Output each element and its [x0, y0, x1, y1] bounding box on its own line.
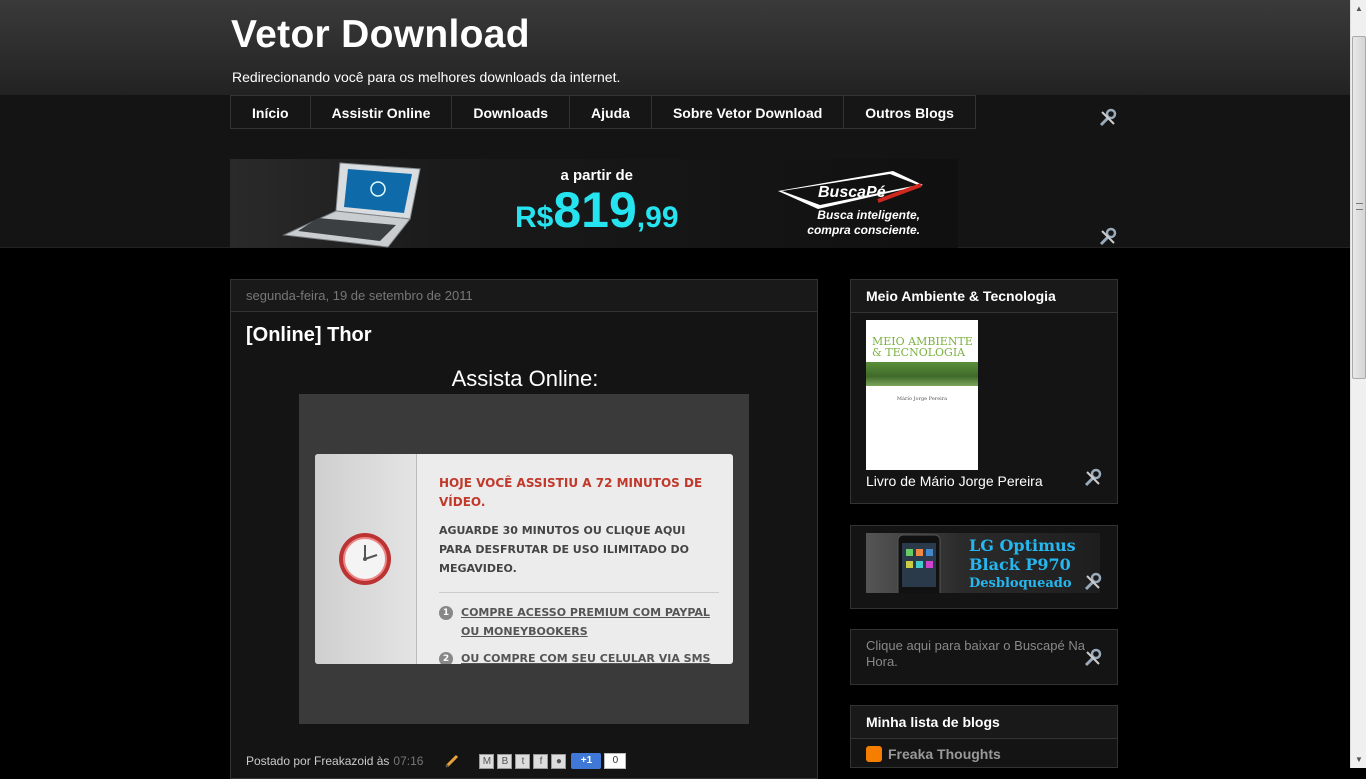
blog-list-name[interactable]: Freaka Thoughts [888, 746, 1001, 762]
post-title[interactable]: [Online] Thor [246, 324, 372, 347]
blogger-share-icon[interactable]: B [497, 753, 513, 769]
buscape-logo-text: BuscaPé [818, 184, 886, 201]
dialog-message: HOJE VOCÊ ASSISTIU A 72 MINUTOS DE VÍDEO… [439, 474, 719, 664]
banner-price: R$819,99 [515, 184, 679, 244]
option-number-2: 2 [439, 652, 453, 664]
banner-tagline: Busca inteligente, compra consciente. [778, 208, 920, 238]
twitter-share-icon[interactable]: t [515, 753, 531, 769]
post-time-link[interactable]: 07:16 [393, 754, 423, 768]
dialog-icon-panel [315, 454, 417, 664]
dialog-option-1: 1 COMPRE ACESSO PREMIUM COM PAYPAL OU MO… [439, 603, 719, 641]
book-cover-author: Mário Jorge Pereira [896, 396, 948, 402]
scrollbar-grip-icon [1356, 203, 1363, 210]
buscape-download-link[interactable]: Clique aqui para baixar o Buscapé Na Hor… [866, 638, 1091, 670]
buzz-share-icon[interactable]: ● [551, 753, 567, 769]
dialog-divider [439, 592, 719, 593]
premium-paypal-link[interactable]: COMPRE ACESSO PREMIUM COM PAYPAL OU MONE… [461, 603, 719, 641]
book-cover-image[interactable]: MEIO AMBIENTE & TECNOLOGIA Mário Jorge P… [866, 320, 978, 470]
tab-inicio[interactable]: Início [230, 95, 311, 129]
blog-post: segunda-feira, 19 de setembro de 2011 [O… [230, 279, 818, 779]
tab-ajuda[interactable]: Ajuda [570, 95, 652, 129]
widget-title: Minha lista de blogs [851, 706, 1117, 739]
wrench-icon[interactable] [1083, 648, 1103, 668]
posted-by: Postado por Freakazoid às [246, 754, 390, 768]
edit-pencil-icon[interactable] [445, 754, 461, 768]
dialog-headline: HOJE VOCÊ ASSISTIU A 72 MINUTOS DE VÍDEO… [439, 476, 703, 509]
share-buttons: M B t f ● [479, 753, 569, 769]
tab-downloads[interactable]: Downloads [452, 95, 571, 129]
blog-description: Redirecionando você para os melhores dow… [232, 69, 621, 85]
banner-price-cents: ,99 [636, 201, 679, 234]
blog-list-item[interactable]: Freaka Thoughts [866, 746, 1001, 762]
blog-title[interactable]: Vetor Download [231, 13, 530, 57]
lg-ad-line-2: Black P970 [969, 555, 1071, 574]
facebook-share-icon[interactable]: f [533, 753, 549, 769]
dialog-wait-text[interactable]: AGUARDE 30 MINUTOS OU CLIQUE AQUI PARA D… [439, 521, 719, 578]
sms-purchase-link[interactable]: OU COMPRE COM SEU CELULAR VIA SMS [461, 649, 710, 664]
video-player[interactable]: HOJE VOCÊ ASSISTIU A 72 MINUTOS DE VÍDEO… [299, 394, 749, 724]
blogger-icon [866, 746, 882, 762]
post-date: segunda-feira, 19 de setembro de 2011 [231, 280, 817, 312]
banner-tagline-1: Busca inteligente, [817, 208, 920, 222]
navigation-area: Início Assistir Online Downloads Ajuda S… [0, 95, 1350, 248]
lg-ad-line-3: Desbloqueado [969, 576, 1072, 591]
buscape-logo: BuscaPé [778, 171, 923, 209]
dialog-option-2: 2 OU COMPRE COM SEU CELULAR VIA SMS [439, 649, 719, 664]
page-tabs: Início Assistir Online Downloads Ajuda S… [230, 95, 976, 129]
lg-ad-text: LG Optimus Black P970 Desbloqueado [969, 536, 1076, 593]
lg-ad-line-1: LG Optimus [969, 536, 1076, 555]
wrench-icon[interactable] [1098, 108, 1118, 128]
buscape-banner-ad[interactable]: a partir de R$819,99 BuscaPé Busca intel… [230, 159, 958, 248]
option-number-1: 1 [439, 606, 453, 620]
banner-price-block: a partir de R$819,99 [515, 167, 679, 244]
megavideo-limit-dialog: HOJE VOCÊ ASSISTIU A 72 MINUTOS DE VÍDEO… [315, 454, 733, 664]
plusone-button[interactable]: +1 [571, 753, 602, 769]
clock-icon [339, 533, 391, 585]
scroll-down-arrow-icon[interactable]: ▼ [1351, 751, 1366, 768]
watch-online-label: Assista Online: [451, 366, 599, 391]
wrench-icon[interactable] [1098, 227, 1118, 247]
banner-price-value: 819 [553, 182, 637, 238]
widget-lg-ad: LG Optimus Black P970 Desbloqueado [850, 525, 1118, 609]
tab-assistir-online[interactable]: Assistir Online [310, 95, 453, 129]
wrench-icon[interactable] [1083, 468, 1103, 488]
laptop-image [282, 162, 421, 248]
phone-image [897, 534, 941, 593]
banner-tagline-2: compra consciente. [807, 223, 920, 237]
email-share-icon[interactable]: M [479, 753, 495, 769]
vertical-scrollbar[interactable]: ▲ ▼ [1350, 0, 1366, 768]
widget-blog-list: Minha lista de blogs Freaka Thoughts [850, 705, 1118, 768]
book-cover-landscape [866, 362, 978, 386]
scroll-up-arrow-icon[interactable]: ▲ [1351, 0, 1366, 17]
widget-buscape-link: Clique aqui para baixar o Buscapé Na Hor… [850, 629, 1118, 685]
book-cover-title: MEIO AMBIENTE & TECNOLOGIA [872, 336, 973, 358]
blog-header: Vetor Download Redirecionando você para … [0, 0, 1350, 95]
tab-sobre[interactable]: Sobre Vetor Download [651, 95, 845, 129]
widget-meio-ambiente: Meio Ambiente & Tecnologia MEIO AMBIENTE… [850, 279, 1118, 504]
scrollbar-thumb[interactable] [1352, 36, 1366, 379]
book-caption: Livro de Mário Jorge Pereira [866, 473, 1043, 489]
post-footer: Postado por Freakazoid às 07:16 M B t f … [246, 753, 627, 769]
lg-optimus-ad[interactable]: LG Optimus Black P970 Desbloqueado [866, 533, 1100, 593]
banner-currency: R$ [515, 201, 554, 234]
book-cover-title-2: & TECNOLOGIA [872, 346, 966, 359]
wrench-icon[interactable] [1083, 572, 1103, 592]
tab-outros-blogs[interactable]: Outros Blogs [844, 95, 976, 129]
widget-title: Meio Ambiente & Tecnologia [851, 280, 1117, 313]
plusone-count: 0 [604, 753, 627, 769]
